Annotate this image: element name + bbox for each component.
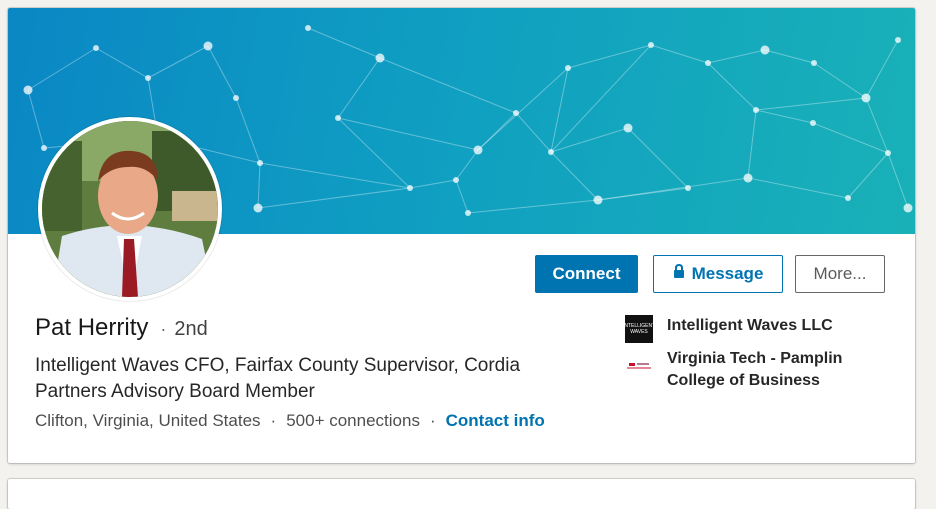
company-logo-icon: INTELLIGENT WAVES: [622, 315, 656, 343]
profile-photo-image: [42, 121, 218, 297]
name-row: Pat Herrity · 2nd: [35, 314, 208, 342]
location: Clifton, Virginia, United States: [35, 411, 261, 430]
connect-label: Connect: [552, 264, 621, 283]
experience-school[interactable]: Virginia Tech - Pamplin College of Busin…: [625, 348, 867, 392]
message-label: Message: [691, 264, 764, 283]
meta-separator: ·: [270, 411, 277, 430]
contact-info-link[interactable]: Contact info: [446, 411, 545, 431]
connection-degree: 2nd: [174, 318, 208, 340]
lock-icon: [673, 263, 685, 284]
message-button[interactable]: Message: [653, 255, 783, 293]
more-button[interactable]: More...: [795, 255, 885, 293]
school-name: Virginia Tech - Pamplin College of Busin…: [667, 350, 843, 389]
next-section-card: [8, 479, 915, 509]
profile-meta: Clifton, Virginia, United States · 500+ …: [35, 411, 545, 431]
meta-separator: ·: [429, 411, 436, 430]
school-logo-icon: [625, 348, 653, 376]
company-logo-text: INTELLIGENT WAVES: [622, 323, 656, 335]
degree-separator: ·: [160, 319, 167, 339]
company-name: Intelligent Waves LLC: [667, 317, 833, 334]
more-label: More...: [813, 264, 867, 283]
profile-card: Connect Message More... Pat Herrity · 2n…: [8, 8, 915, 463]
connections-count: 500+ connections: [286, 411, 420, 430]
experience-company[interactable]: INTELLIGENT WAVES Intelligent Waves LLC: [622, 315, 833, 343]
profile-photo[interactable]: [38, 117, 222, 301]
profile-headline: Intelligent Waves CFO, Fairfax County Su…: [35, 355, 521, 402]
connect-button[interactable]: Connect: [535, 255, 638, 293]
profile-name: Pat Herrity: [35, 314, 149, 341]
